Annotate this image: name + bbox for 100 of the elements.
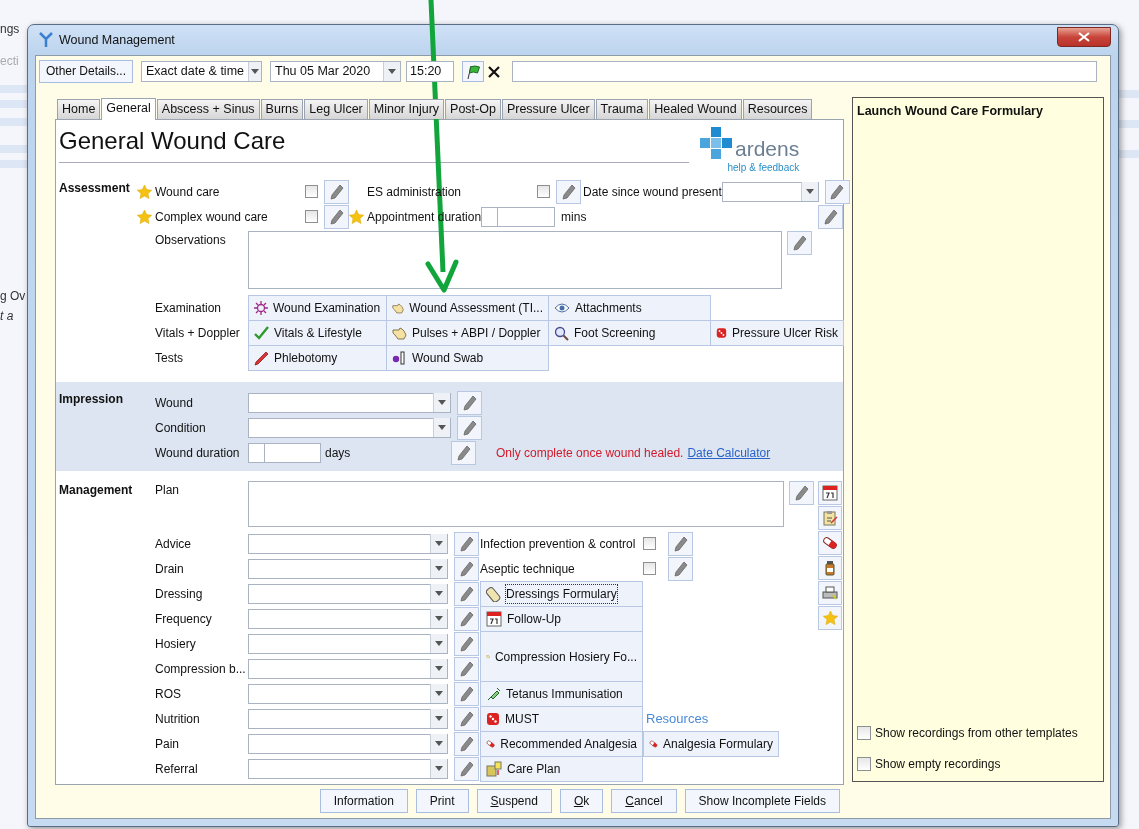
checkbox[interactable] bbox=[857, 757, 871, 771]
pencil-button[interactable] bbox=[454, 681, 479, 706]
tab[interactable]: Leg Ulcer bbox=[304, 99, 368, 119]
checkbox[interactable] bbox=[643, 562, 656, 575]
pencil-button[interactable] bbox=[454, 606, 479, 631]
pencil-button[interactable] bbox=[668, 556, 693, 581]
dropdown-field[interactable] bbox=[248, 392, 451, 413]
formulary-link[interactable]: Launch Wound Care Formulary bbox=[857, 102, 1099, 121]
pencil-button[interactable] bbox=[556, 179, 581, 204]
dropdown-field[interactable] bbox=[248, 658, 448, 679]
background-stripe bbox=[0, 160, 27, 168]
help-link[interactable]: help & feedback bbox=[727, 160, 800, 175]
dropdown-field[interactable] bbox=[721, 181, 819, 202]
dropdown-field[interactable] bbox=[248, 733, 448, 754]
plan-field[interactable] bbox=[248, 481, 784, 527]
checkbox[interactable] bbox=[643, 537, 656, 550]
dropdown-field[interactable] bbox=[248, 533, 448, 554]
footer-button[interactable]: Information bbox=[319, 789, 408, 813]
dropdown-field[interactable] bbox=[248, 758, 448, 779]
link-button[interactable]: Phlebotomy bbox=[248, 345, 387, 371]
date-calculator-link[interactable]: Date Calculator bbox=[687, 443, 771, 462]
checkbox[interactable] bbox=[305, 185, 318, 198]
pencil-icon bbox=[673, 535, 688, 552]
tab[interactable]: Resources bbox=[742, 99, 813, 119]
dropdown-field[interactable] bbox=[248, 708, 448, 729]
close-button[interactable] bbox=[1057, 27, 1111, 47]
tab[interactable]: Abscess + Sinus bbox=[156, 99, 260, 119]
dropdown-field[interactable] bbox=[248, 608, 448, 629]
pencil-button[interactable] bbox=[818, 204, 843, 229]
checkbox[interactable] bbox=[537, 185, 550, 198]
flag-button[interactable] bbox=[462, 61, 485, 82]
tab[interactable]: Healed Wound bbox=[649, 99, 742, 119]
date-field[interactable]: Thu 05 Mar 2020 bbox=[270, 61, 402, 82]
dropdown-field[interactable] bbox=[248, 417, 451, 438]
pencil-button[interactable] bbox=[454, 556, 479, 581]
link-button[interactable]: Pressure Ulcer Risk bbox=[710, 320, 844, 346]
checkbox[interactable] bbox=[857, 726, 871, 740]
link-button[interactable]: Pulses + ABPI / Doppler bbox=[386, 320, 549, 346]
text-field[interactable] bbox=[512, 61, 1097, 82]
footer-button[interactable]: Cancel bbox=[611, 789, 677, 813]
tab[interactable]: Trauma bbox=[595, 99, 649, 119]
dropdown-field[interactable] bbox=[248, 633, 448, 654]
vial-icon bbox=[392, 351, 407, 365]
link-button[interactable]: Care Plan bbox=[480, 756, 643, 782]
dropdown-field[interactable] bbox=[248, 583, 448, 604]
date-mode-dropdown[interactable]: Exact date & time bbox=[141, 61, 263, 82]
pencil-button[interactable] bbox=[824, 179, 850, 204]
tab[interactable]: Minor Injury bbox=[368, 99, 445, 119]
link-button[interactable]: Vitals & Lifestyle bbox=[248, 320, 387, 346]
field-label: ROS bbox=[155, 685, 182, 703]
pencil-button[interactable] bbox=[457, 415, 482, 440]
tab[interactable]: Pressure Ulcer bbox=[501, 99, 595, 119]
pencil-icon bbox=[329, 208, 344, 225]
dropdown-field[interactable] bbox=[248, 558, 448, 579]
tab[interactable]: Burns bbox=[260, 99, 304, 119]
link-button[interactable]: Wound Examination bbox=[248, 295, 387, 321]
pencil-icon bbox=[792, 235, 807, 251]
pencil-button[interactable] bbox=[454, 581, 479, 606]
pencil-button[interactable] bbox=[454, 631, 479, 656]
link-button[interactable]: Wound Assessment (TI... bbox=[386, 295, 549, 321]
link-button[interactable]: Tetanus Immunisation bbox=[480, 681, 643, 707]
pencil-button[interactable] bbox=[451, 440, 476, 465]
footer-button[interactable]: Print bbox=[415, 789, 469, 813]
pencil-button[interactable] bbox=[454, 531, 479, 556]
pencil-button[interactable] bbox=[789, 481, 814, 505]
link-button[interactable]: Dressings Formulary bbox=[480, 581, 643, 607]
link-button[interactable]: Foot Screening bbox=[548, 320, 711, 346]
link-button[interactable]: MUST bbox=[480, 706, 643, 732]
tab[interactable]: Post-Op bbox=[445, 99, 501, 119]
toolbar-icon-button[interactable] bbox=[818, 481, 842, 505]
link-button[interactable]: Analgesia Formulary bbox=[643, 731, 779, 757]
link-button[interactable]: Follow-Up bbox=[480, 606, 643, 632]
toolbar-icon-button[interactable] bbox=[818, 556, 842, 580]
tab[interactable]: Home bbox=[57, 99, 101, 119]
number-field[interactable] bbox=[481, 206, 556, 227]
toolbar-icon-button[interactable] bbox=[818, 531, 842, 555]
pencil-button[interactable] bbox=[454, 656, 479, 681]
dropdown-field[interactable] bbox=[248, 683, 448, 704]
pencil-button[interactable] bbox=[454, 706, 479, 731]
link-button[interactable]: Wound Swab bbox=[386, 345, 549, 371]
toolbar-icon-button[interactable] bbox=[818, 581, 842, 605]
link-button[interactable]: Recommended Analgesia bbox=[480, 731, 643, 757]
pencil-button[interactable] bbox=[787, 231, 812, 255]
other-details-button[interactable]: Other Details... bbox=[39, 60, 134, 83]
observations-field[interactable] bbox=[248, 231, 782, 289]
link-button[interactable]: Compression Hosiery Fo... bbox=[480, 631, 643, 682]
time-field[interactable]: 15:20 bbox=[406, 61, 455, 82]
tab[interactable]: General bbox=[101, 98, 156, 120]
pencil-button[interactable] bbox=[324, 204, 349, 229]
pencil-button[interactable] bbox=[324, 179, 349, 204]
footer-button[interactable]: Ok bbox=[559, 789, 604, 813]
footer-button[interactable]: Show Incomplete Fields bbox=[684, 789, 840, 813]
footer-button[interactable]: Suspend bbox=[476, 789, 552, 813]
pencil-button[interactable] bbox=[454, 756, 479, 781]
pencil-button[interactable] bbox=[668, 531, 693, 556]
checkbox[interactable] bbox=[305, 210, 318, 223]
pencil-button[interactable] bbox=[457, 390, 482, 415]
link-button[interactable]: Attachments bbox=[548, 295, 711, 321]
number-field[interactable] bbox=[248, 442, 321, 463]
pencil-button[interactable] bbox=[454, 731, 479, 756]
